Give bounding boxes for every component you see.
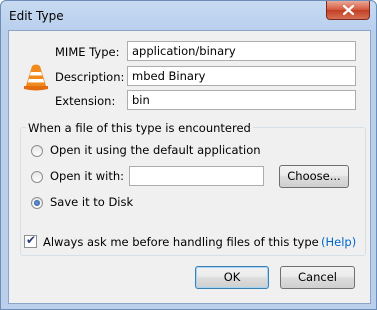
description-input[interactable] [127, 66, 356, 86]
edit-type-dialog: Edit Type MIME Type: Description: Extens… [0, 0, 377, 310]
mime-type-label: MIME Type: [55, 45, 120, 59]
ok-button[interactable]: OK [195, 266, 269, 289]
vlc-cone-icon [24, 64, 48, 91]
open-with-label[interactable]: Open it with: [50, 169, 124, 183]
dialog-content: MIME Type: Description: Extension: When … [8, 30, 371, 304]
choose-button[interactable]: Choose... [279, 165, 349, 188]
extension-label: Extension: [55, 94, 116, 108]
help-link[interactable]: (Help) [321, 235, 356, 249]
group-title: When a file of this type is encountered [26, 121, 253, 135]
extension-input[interactable] [127, 90, 356, 110]
check-icon: ✔ [26, 233, 37, 247]
close-icon [342, 5, 354, 15]
open-default-radio[interactable] [31, 145, 43, 157]
cancel-button[interactable]: Cancel [280, 266, 355, 289]
description-label: Description: [55, 70, 125, 84]
mime-type-input[interactable] [127, 41, 356, 61]
save-to-disk-radio[interactable] [31, 197, 43, 209]
open-default-label[interactable]: Open it using the default application [50, 143, 261, 157]
always-ask-checkbox[interactable]: ✔ [24, 233, 37, 248]
open-with-input[interactable] [129, 166, 264, 186]
close-button[interactable] [326, 1, 370, 20]
save-to-disk-label[interactable]: Save it to Disk [50, 195, 133, 209]
open-with-radio[interactable] [31, 171, 43, 183]
window-title: Edit Type [9, 9, 64, 23]
always-ask-label[interactable]: Always ask me before handling files of t… [43, 235, 319, 249]
title-bar: Edit Type [1, 1, 376, 31]
